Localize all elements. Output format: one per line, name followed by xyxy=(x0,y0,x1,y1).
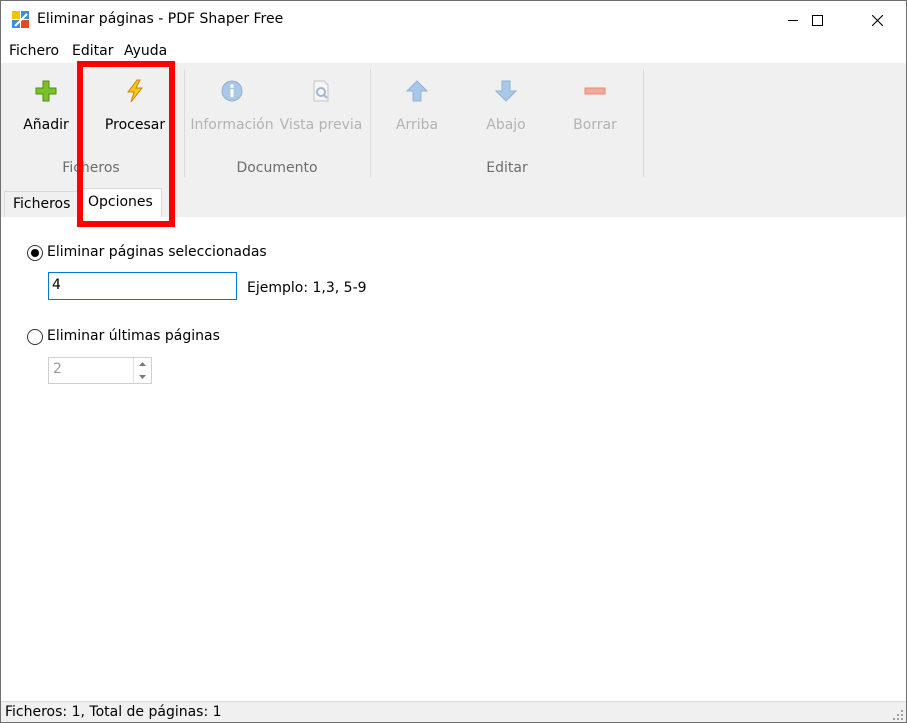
app-window: Eliminar páginas - PDF Shaper Free Fiche… xyxy=(0,0,907,723)
stepper-down-button[interactable] xyxy=(134,371,151,383)
close-icon xyxy=(871,14,883,26)
resize-grip-icon[interactable] xyxy=(892,709,904,721)
stepper-arrows xyxy=(133,358,151,383)
stepper-up-button[interactable] xyxy=(134,358,151,370)
add-icon xyxy=(32,77,60,105)
ribbon-separator xyxy=(643,69,644,177)
preview-icon xyxy=(307,77,335,105)
window-title: Eliminar páginas - PDF Shaper Free xyxy=(37,11,284,27)
arrow-up-icon xyxy=(403,77,431,105)
down-button-label: Abajo xyxy=(486,117,526,133)
up-button-label: Arriba xyxy=(395,117,439,133)
down-button[interactable]: Abajo xyxy=(478,63,534,153)
up-button[interactable]: Arriba xyxy=(389,63,445,153)
info-button-label: Información xyxy=(190,117,274,133)
last-pages-value: 2 xyxy=(53,361,62,377)
remove-selected-radio[interactable] xyxy=(27,245,43,261)
info-icon xyxy=(218,77,246,105)
maximize-icon xyxy=(811,14,823,26)
menu-editar[interactable]: Editar xyxy=(72,43,113,59)
group-label-edit: Editar xyxy=(486,160,528,176)
remove-selected-label[interactable]: Eliminar páginas seleccionadas xyxy=(47,244,267,260)
pdf-shaper-icon[interactable] xyxy=(11,10,31,30)
remove-last-radio[interactable] xyxy=(27,329,43,345)
group-label-document: Documento xyxy=(236,160,318,176)
add-button-label: Añadir xyxy=(23,117,69,133)
tab-strip: Ficheros Opciones xyxy=(1,187,906,218)
close-button[interactable] xyxy=(854,1,900,39)
last-pages-stepper[interactable]: 2 xyxy=(48,357,152,384)
title-bar: Eliminar páginas - PDF Shaper Free xyxy=(1,1,906,39)
ribbon-separator xyxy=(184,69,185,177)
status-text: Ficheros: 1, Total de páginas: 1 xyxy=(5,704,222,720)
arrow-down-icon xyxy=(492,77,520,105)
pages-input[interactable]: 4 xyxy=(48,272,237,300)
delete-button[interactable]: Borrar xyxy=(567,63,623,153)
pages-example-hint: Ejemplo: 1,3, 5-9 xyxy=(247,280,367,296)
status-bar: Ficheros: 1, Total de páginas: 1 xyxy=(1,701,906,722)
preview-button[interactable]: Vista previa xyxy=(279,63,363,153)
tab-options[interactable]: Opciones xyxy=(79,188,162,218)
add-button[interactable]: Añadir xyxy=(15,63,77,153)
process-button[interactable]: Procesar xyxy=(101,63,169,153)
lightning-icon xyxy=(121,77,149,105)
group-label-files: Ficheros xyxy=(62,160,120,176)
delete-button-label: Borrar xyxy=(573,117,617,133)
menu-fichero[interactable]: Fichero xyxy=(9,43,59,59)
info-button[interactable]: Información xyxy=(190,63,274,153)
chevron-down-icon xyxy=(139,375,146,379)
remove-last-label[interactable]: Eliminar últimas páginas xyxy=(47,328,220,344)
chevron-up-icon xyxy=(139,362,146,366)
process-button-label: Procesar xyxy=(104,117,166,133)
tab-files[interactable]: Ficheros xyxy=(4,191,80,217)
preview-button-label: Vista previa xyxy=(279,117,363,133)
options-panel: Eliminar páginas seleccionadas 4 Ejemplo… xyxy=(1,217,906,701)
ribbon-toolbar: Añadir Procesar Información Vista previa… xyxy=(1,63,906,187)
menu-ayuda[interactable]: Ayuda xyxy=(124,43,167,59)
maximize-button[interactable] xyxy=(794,1,840,39)
menu-bar: Fichero Editar Ayuda xyxy=(1,39,906,63)
minus-icon xyxy=(581,77,609,105)
ribbon-separator xyxy=(370,69,371,177)
